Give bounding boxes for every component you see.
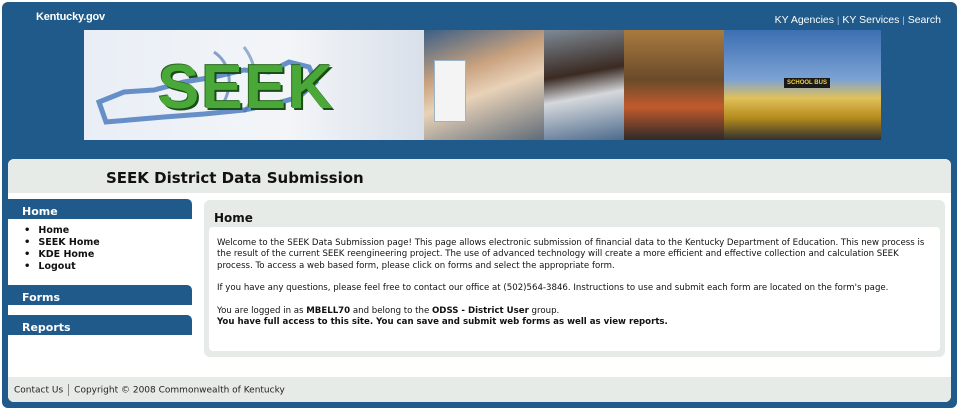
sidebar-heading-home[interactable]: Home <box>8 199 192 219</box>
footer-divider <box>68 384 70 396</box>
access-text: You have full access to this site. You c… <box>217 317 668 328</box>
login-suffix: group. <box>528 305 560 316</box>
login-middle: and belong to the <box>350 305 432 316</box>
sidebar-item-kde-home[interactable]: KDE Home <box>24 249 194 261</box>
banner-photo-computer <box>624 30 724 140</box>
panel-heading: Home <box>214 211 253 225</box>
user-group: ODSS - District User <box>432 305 529 316</box>
intro-text: Welcome to the SEEK Data Submission page… <box>217 238 925 271</box>
kentucky-gov-logo[interactable]: Kentucky.gov <box>36 11 105 23</box>
footer-text: Contact Us Copyright © 2008 Commonwealth … <box>14 384 285 396</box>
title-bar: SEEK District Data Submission <box>8 159 951 193</box>
sidebar-item-home[interactable]: Home <box>24 225 194 237</box>
search-link[interactable]: Search <box>908 14 941 26</box>
sidebar-item-logout[interactable]: Logout <box>24 261 194 273</box>
link-separator: | <box>837 15 840 25</box>
top-links: KY Agencies | KY Services | Search <box>775 14 941 26</box>
milk-carton-icon <box>434 60 466 122</box>
seek-logo: SEEK <box>158 53 335 122</box>
login-prefix: You are logged in as <box>217 305 307 316</box>
main-panel: Home Welcome to the SEEK Data Submission… <box>204 200 945 357</box>
content-area: SEEK District Data Submission Home Home … <box>8 159 951 402</box>
sidebar-menu-home: Home SEEK Home KDE Home Logout <box>8 219 194 275</box>
sidebar: Home Home SEEK Home KDE Home Logout Form… <box>8 199 194 335</box>
copyright-text: Copyright © 2008 Commonwealth of Kentuck… <box>74 385 285 396</box>
sidebar-heading-forms[interactable]: Forms <box>8 285 192 305</box>
banner: SEEK SCHOOL BUS <box>84 30 881 140</box>
panel-body: Welcome to the SEEK Data Submission page… <box>209 227 940 351</box>
school-bus-sign: SCHOOL BUS <box>784 78 830 88</box>
page-frame: Kentucky.gov KY Agencies | KY Services | Sea… <box>2 2 957 408</box>
sidebar-heading-reports[interactable]: Reports <box>8 315 192 335</box>
login-status: You are logged in as MBELL70 and belong … <box>217 306 932 317</box>
ky-agencies-link[interactable]: KY Agencies <box>775 14 834 26</box>
link-separator: | <box>902 15 905 25</box>
username: MBELL70 <box>306 305 351 316</box>
ky-services-link[interactable]: KY Services <box>842 14 899 26</box>
footer: Contact Us Copyright © 2008 Commonwealth … <box>8 377 951 402</box>
sidebar-item-seek-home[interactable]: SEEK Home <box>24 237 194 249</box>
top-bar: Kentucky.gov KY Agencies | KY Services | Sea… <box>2 2 957 32</box>
contact-text: If you have any questions, please feel f… <box>217 283 889 294</box>
contact-us-link[interactable]: Contact Us <box>14 386 63 396</box>
page-title: SEEK District Data Submission <box>106 169 364 187</box>
banner-photo-student <box>544 30 624 140</box>
